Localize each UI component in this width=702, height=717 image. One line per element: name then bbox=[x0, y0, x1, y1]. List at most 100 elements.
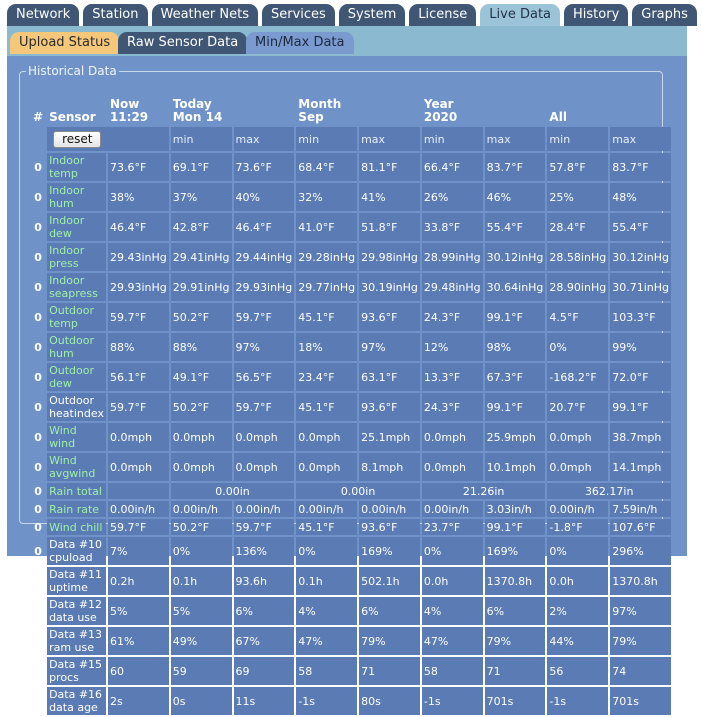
all-max-value: 30.71inHg bbox=[610, 273, 671, 301]
all-max-value: 296% bbox=[610, 537, 671, 565]
now-value: 56.1°F bbox=[107, 363, 169, 391]
table-row: 0 Outdoor hum 88% 88% 97% 18% 97% 12% 98% 0% 99% bbox=[31, 333, 671, 361]
table-row: 0 Indoor temp 73.6°F 69.1°F 73.6°F 68.4°F 81.1… bbox=[31, 153, 671, 181]
year-min-value: 26% bbox=[421, 183, 483, 211]
tab-upload-status[interactable]: Upload Status bbox=[10, 32, 120, 54]
month-min-value: 29.28inHg bbox=[296, 243, 358, 271]
tab-weather-nets[interactable]: Weather Nets bbox=[151, 4, 258, 26]
month-max-value: 81.1°F bbox=[359, 153, 420, 181]
sensor-name: Data #11 uptime bbox=[47, 567, 106, 595]
month-max-value: 169% bbox=[359, 537, 420, 565]
table-row: 0 Data #10 cpuload 7% 0% 136% 0% 169% 0% 169% 0% 2… bbox=[31, 537, 671, 565]
all-max-value: 74 bbox=[610, 657, 671, 685]
table-row: 0 Outdoor dew 56.1°F 49.1°F 56.5°F 23.4°F 63.1… bbox=[31, 363, 671, 391]
historical-data-group: Historical Data # Sensor Now 11:29 Today M… bbox=[19, 64, 671, 715]
tab-min-max-data[interactable]: Min/Max Data bbox=[246, 32, 354, 54]
month-max-value: 30.19inHg bbox=[359, 273, 420, 301]
now-value: 0.2h bbox=[107, 567, 169, 595]
today-min-value: 0.1h bbox=[170, 567, 232, 595]
minmax-row: reset min max min max min max min max bbox=[31, 127, 671, 151]
sensor-name[interactable]: Wind avgwind bbox=[47, 453, 106, 481]
today-max-value: 136% bbox=[233, 537, 295, 565]
today-max-value: 29.93inHg bbox=[233, 273, 295, 301]
today-max-value: 0.00in/h bbox=[233, 501, 295, 517]
all-min-value: 0% bbox=[547, 537, 609, 565]
today-max-value: 93.6h bbox=[233, 567, 295, 595]
sensor-name[interactable]: Indoor press bbox=[47, 243, 106, 271]
year-max-value: 55.4°F bbox=[484, 213, 546, 241]
sensor-name[interactable]: Outdoor temp bbox=[47, 303, 106, 331]
row-number: 0 bbox=[34, 460, 42, 474]
tab-raw-sensor-data[interactable]: Raw Sensor Data bbox=[118, 32, 248, 54]
sensor-name[interactable]: Indoor temp bbox=[47, 153, 106, 181]
today-min-value: 50.2°F bbox=[170, 303, 232, 331]
now-value bbox=[107, 483, 169, 499]
now-value: 88% bbox=[107, 333, 169, 361]
month-min-value: 0% bbox=[296, 537, 358, 565]
month-max-value: 93.6°F bbox=[359, 303, 420, 331]
month-min-value: 41.0°F bbox=[296, 213, 358, 241]
table-row: 0 Data #16 data age 2s 0s 11s -1s 80s -1s 701s -1… bbox=[31, 687, 671, 715]
sensor-name: Data #15 procs bbox=[47, 657, 106, 685]
now-value: 5% bbox=[107, 597, 169, 625]
historical-data-legend: Historical Data bbox=[28, 64, 117, 78]
month-max-value: 29.98inHg bbox=[359, 243, 420, 271]
reset-button[interactable]: reset bbox=[53, 130, 102, 148]
all-min-value: -1s bbox=[547, 687, 609, 715]
sensor-name[interactable]: Outdoor dew bbox=[47, 363, 106, 391]
tab-station[interactable]: Station bbox=[83, 4, 148, 26]
today-min-value: 5% bbox=[170, 597, 232, 625]
sensor-name[interactable]: Rain total bbox=[47, 483, 106, 499]
all-min-value: -1.8°F bbox=[547, 519, 609, 535]
tab-system[interactable]: System bbox=[338, 4, 406, 26]
now-value: 0.0mph bbox=[107, 453, 169, 481]
year-max-value: 46% bbox=[484, 183, 546, 211]
tab-services[interactable]: Services bbox=[261, 4, 335, 26]
row-number: 0 bbox=[34, 634, 42, 648]
tab-graphs[interactable]: Graphs bbox=[632, 4, 697, 26]
sensor-name[interactable]: Wind wind bbox=[47, 423, 106, 451]
table-row: 0 Rain total 0.00in 0.00in 21.26in 362.17in bbox=[31, 483, 671, 499]
sensor-name[interactable]: Wind chill bbox=[47, 519, 106, 535]
month-min-value: 32% bbox=[296, 183, 358, 211]
year-min-value: 4% bbox=[421, 597, 483, 625]
sensor-name[interactable]: Indoor dew bbox=[47, 213, 106, 241]
today-min-value: 42.8°F bbox=[170, 213, 232, 241]
year-max-value: 99.1°F bbox=[484, 519, 546, 535]
month-max-label: max bbox=[359, 127, 420, 151]
all-max-value: 14.1mph bbox=[610, 453, 671, 481]
year-min-value: 47% bbox=[421, 627, 483, 655]
tab-history[interactable]: History bbox=[564, 4, 629, 26]
sensor-name[interactable]: Indoor seapress bbox=[47, 273, 106, 301]
month-min-value: 0.0mph bbox=[296, 423, 358, 451]
now-value: 7% bbox=[107, 537, 169, 565]
tab-network[interactable]: Network bbox=[7, 4, 80, 26]
today-max-value: 11s bbox=[233, 687, 295, 715]
all-min-value: 25% bbox=[547, 183, 609, 211]
all-max-value: 103.3°F bbox=[610, 303, 671, 331]
year-min-value: 0.0mph bbox=[421, 453, 483, 481]
sensor-name[interactable]: Outdoor hum bbox=[47, 333, 106, 361]
tab-live-data[interactable]: Live Data bbox=[480, 4, 561, 26]
year-max-value: 71 bbox=[484, 657, 546, 685]
today-date: Mon 14 bbox=[172, 110, 223, 124]
row-number: 0 bbox=[34, 430, 42, 444]
month-min-value: 45.1°F bbox=[296, 519, 358, 535]
year-min-value: 28.99inHg bbox=[421, 243, 483, 271]
month-min-value: 58 bbox=[296, 657, 358, 685]
sensor-name[interactable]: Indoor hum bbox=[47, 183, 106, 211]
table-row: 0 Outdoor temp 59.7°F 50.2°F 59.7°F 45.1°F 93.… bbox=[31, 303, 671, 331]
year-max-label: max bbox=[484, 127, 546, 151]
today-max-value: 59.7°F bbox=[233, 519, 295, 535]
tab-license[interactable]: License bbox=[409, 4, 477, 26]
month-max-value: 51.8°F bbox=[359, 213, 420, 241]
month-max-value: 71 bbox=[359, 657, 420, 685]
today-total: 0.00in bbox=[170, 483, 295, 499]
month-max-value: 6% bbox=[359, 597, 420, 625]
all-max-value: 83.7°F bbox=[610, 153, 671, 181]
month-max-value: 97% bbox=[359, 333, 420, 361]
today-max-value: 59.7°F bbox=[233, 303, 295, 331]
all-min-value: 56 bbox=[547, 657, 609, 685]
sensor-name[interactable]: Rain rate bbox=[47, 501, 106, 517]
now-value: 0.00in/h bbox=[107, 501, 169, 517]
